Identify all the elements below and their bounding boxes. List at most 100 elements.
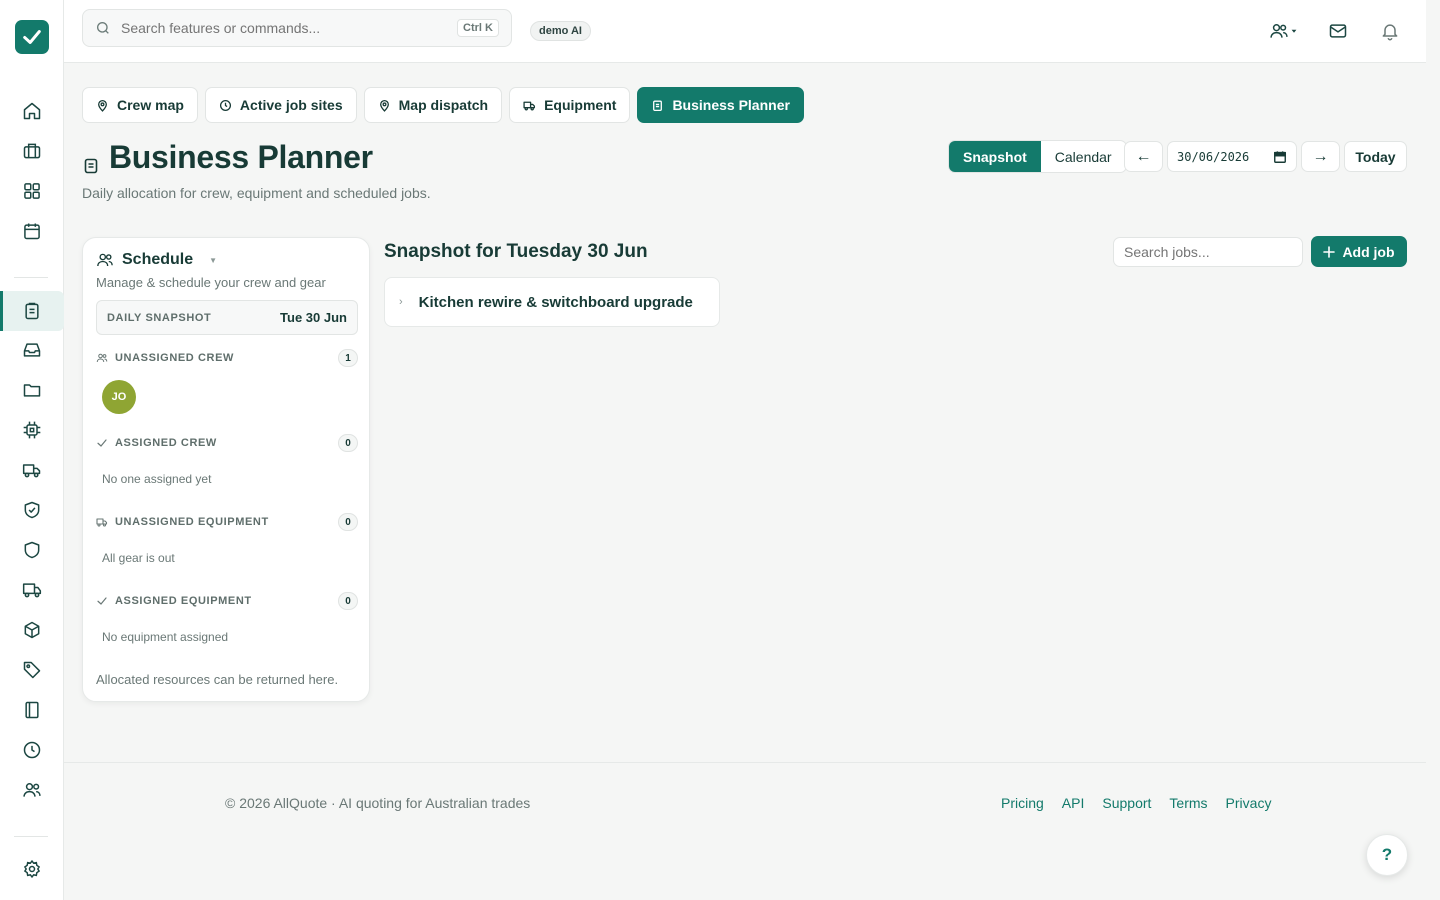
section-label: UNASSIGNED CREW <box>115 352 235 364</box>
mail-icon <box>1329 24 1347 38</box>
clock-icon <box>23 741 41 759</box>
date-value: 30/06/2026 <box>1177 149 1250 164</box>
settings-icon <box>23 859 41 879</box>
empty-note: No equipment assigned <box>102 630 229 644</box>
truck-icon <box>523 101 536 110</box>
tab-label: Crew map <box>117 97 184 113</box>
nav-team[interactable] <box>16 774 48 806</box>
footer-link-api[interactable]: API <box>1062 795 1085 811</box>
assigned-equipment-section: ASSIGNED EQUIPMENT 0 <box>96 592 358 610</box>
tab-business-planner[interactable]: Business Planner <box>637 87 804 123</box>
footer-link-pricing[interactable]: Pricing <box>1001 795 1044 811</box>
nav-pricing[interactable] <box>16 654 48 686</box>
calendar-view-button[interactable]: Calendar <box>1041 141 1126 172</box>
job-search-input[interactable] <box>1113 237 1303 267</box>
team-switcher-button[interactable] <box>1267 18 1299 44</box>
caret-down-icon[interactable]: ▼ <box>209 256 217 265</box>
section-label: UNASSIGNED EQUIPMENT <box>115 516 269 528</box>
search-input[interactable] <box>121 20 448 36</box>
top-bar: Ctrl K demo AI <box>64 0 1426 63</box>
app-logo[interactable] <box>15 20 49 54</box>
nav-home[interactable] <box>16 95 48 127</box>
book-icon <box>25 701 39 719</box>
demo-badge: demo AI <box>530 21 591 41</box>
nav-timesheets[interactable] <box>16 734 48 766</box>
view-toggle: Snapshot Calendar <box>948 140 1127 173</box>
count-badge: 0 <box>338 513 358 531</box>
page-title: Business Planner <box>109 139 373 175</box>
truck-icon <box>96 518 108 527</box>
snapshot-heading: Snapshot for Tuesday 30 Jun <box>384 241 648 262</box>
chip-icon <box>23 421 41 439</box>
nav-compliance[interactable] <box>16 494 48 526</box>
crew-avatar[interactable]: JO <box>102 380 136 414</box>
planner-tabs: Crew map Active job sites Map dispatch E… <box>82 87 804 123</box>
home-icon <box>23 102 41 120</box>
map-pin-icon <box>379 99 389 112</box>
users-icon <box>1270 24 1288 38</box>
footer-link-privacy[interactable]: Privacy <box>1226 795 1272 811</box>
tag-icon <box>23 661 41 679</box>
tab-active-job-sites[interactable]: Active job sites <box>204 87 357 123</box>
nav-deliveries[interactable] <box>16 574 48 606</box>
schedule-title: Schedule <box>122 251 194 268</box>
date-picker[interactable]: 30/06/2026 <box>1167 141 1297 172</box>
add-job-button[interactable]: Add job <box>1311 236 1407 267</box>
nav-settings[interactable] <box>16 853 48 885</box>
bell-icon <box>1382 24 1398 41</box>
check-icon <box>97 597 107 605</box>
daily-snapshot-label: DAILY SNAPSHOT <box>107 311 212 324</box>
schedule-panel: Schedule ▼ Manage & schedule your crew a… <box>82 237 370 702</box>
snapshot-view-button[interactable]: Snapshot <box>949 141 1041 172</box>
empty-note: No one assigned yet <box>102 472 212 486</box>
count-badge: 0 <box>338 592 358 610</box>
folder-icon <box>23 384 41 397</box>
assigned-crew-section: ASSIGNED CREW 0 <box>96 434 358 452</box>
tab-crew-map[interactable]: Crew map <box>82 87 198 123</box>
tab-label: Active job sites <box>239 97 343 113</box>
nav-files[interactable] <box>16 374 48 406</box>
footer-links: Pricing API Support Terms Privacy <box>1001 795 1271 811</box>
daily-snapshot: DAILY SNAPSHOT Tue 30 Jun <box>96 300 358 335</box>
nav-inbox[interactable] <box>16 334 48 366</box>
unassigned-equipment-section: UNASSIGNED EQUIPMENT 0 <box>96 513 358 531</box>
nav-docs[interactable] <box>16 694 48 726</box>
chevron-right-icon[interactable]: › <box>399 296 403 308</box>
nav-calendar[interactable] <box>16 215 48 247</box>
nav-business-planner[interactable] <box>0 291 64 331</box>
shield-check-icon <box>24 501 40 519</box>
clipboard-icon <box>653 100 663 111</box>
clock-icon <box>219 99 231 111</box>
nav-jobs[interactable] <box>16 135 48 167</box>
users-icon <box>97 253 113 267</box>
nav-dashboard[interactable] <box>16 175 48 207</box>
users-icon <box>23 783 41 797</box>
notifications-button[interactable] <box>1377 18 1403 44</box>
count-badge: 0 <box>338 434 358 452</box>
tab-label: Equipment <box>544 97 617 113</box>
calendar-icon[interactable] <box>1273 150 1287 164</box>
nav-safety[interactable] <box>16 534 48 566</box>
page-footer: © 2026 AllQuote · AI quoting for Austral… <box>64 762 1426 900</box>
next-day-button[interactable]: → <box>1301 141 1340 172</box>
command-search[interactable]: Ctrl K <box>82 9 512 47</box>
tab-equipment[interactable]: Equipment <box>509 87 631 123</box>
nav-inventory[interactable] <box>16 614 48 646</box>
today-button[interactable]: Today <box>1344 141 1407 172</box>
inbox-icon <box>23 343 41 357</box>
nav-integrations[interactable] <box>16 414 48 446</box>
tab-map-dispatch[interactable]: Map dispatch <box>363 87 503 123</box>
footer-link-support[interactable]: Support <box>1102 795 1151 811</box>
grid-icon <box>24 183 40 199</box>
tab-label: Map dispatch <box>398 97 489 113</box>
nav-fleet[interactable] <box>16 454 48 486</box>
footer-link-terms[interactable]: Terms <box>1169 795 1207 811</box>
plus-icon <box>1323 245 1336 258</box>
messages-button[interactable] <box>1325 18 1351 44</box>
help-button[interactable]: ? <box>1366 834 1408 876</box>
unassigned-crew-section: UNASSIGNED CREW 1 <box>96 349 358 367</box>
job-card[interactable]: › Kitchen rewire & switchboard upgrade <box>384 277 720 327</box>
previous-day-button[interactable]: ← <box>1124 141 1163 172</box>
schedule-header[interactable]: Schedule ▼ <box>96 251 217 269</box>
sidebar-divider <box>14 277 48 278</box>
